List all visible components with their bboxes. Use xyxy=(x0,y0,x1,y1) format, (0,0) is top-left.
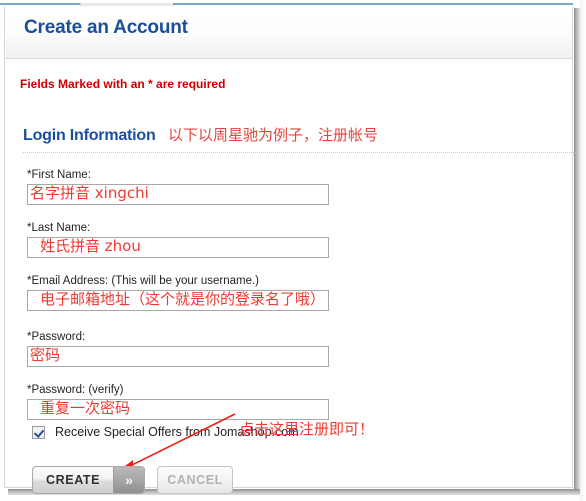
label-password-verify: *Password: (verify) xyxy=(27,384,124,396)
page-frame: Create an Account Fields Marked with an … xyxy=(0,0,586,501)
create-button-label: CREATE xyxy=(46,473,101,487)
login-information-section-heading: Login Information 以下以周星驰为例子，注册帐号 xyxy=(23,124,573,148)
card-outer-shadow xyxy=(580,0,586,501)
input-last-name[interactable]: 姓氏拼音 zhou xyxy=(27,237,329,258)
top-rule-left-segment xyxy=(0,3,80,5)
top-rule-right-segment xyxy=(173,3,573,5)
field-password: *Password: 密码 xyxy=(27,331,329,367)
field-email-address: *Email Address: (This will be your usern… xyxy=(27,275,329,311)
label-first-name: *First Name: xyxy=(27,169,91,181)
label-email-address: *Email Address: (This will be your usern… xyxy=(27,275,259,287)
label-last-name: *Last Name: xyxy=(27,222,91,234)
annotation-password: 密码 xyxy=(30,346,61,364)
field-last-name: *Last Name: 姓氏拼音 zhou xyxy=(27,222,329,258)
create-button[interactable]: CREATE » xyxy=(32,466,146,494)
annotation-last-name: 姓氏拼音 zhou xyxy=(40,237,141,255)
top-rule xyxy=(0,3,586,7)
section-title: Login Information xyxy=(23,127,156,144)
input-password[interactable]: 密码 xyxy=(27,346,329,367)
input-first-name[interactable]: 名字拼音 xingchi xyxy=(27,184,329,205)
callout-annotation-text: 点击这里注册即可！ xyxy=(239,420,375,438)
input-password-verify[interactable]: 重复一次密码 xyxy=(27,399,329,420)
label-password: *Password: xyxy=(27,331,86,343)
annotation-password-verify: 重复一次密码 xyxy=(40,399,131,417)
field-first-name: *First Name: 名字拼音 xingchi xyxy=(27,169,329,205)
account-form-card: Create an Account Fields Marked with an … xyxy=(4,6,578,494)
double-chevron-right-icon: » xyxy=(113,467,145,493)
page-title: Create an Account xyxy=(24,17,188,38)
section-divider xyxy=(23,152,578,153)
annotation-email-address: 电子邮箱地址（这个就是你的登录名了哦） xyxy=(40,290,326,308)
cancel-button[interactable]: CANCEL xyxy=(157,466,234,494)
field-password-verify: *Password: (verify) 重复一次密码 xyxy=(27,384,329,420)
input-email-address[interactable]: 电子邮箱地址（这个就是你的登录名了哦） xyxy=(27,290,329,311)
required-fields-note: Fields Marked with an * are required xyxy=(20,77,226,91)
checkbox-special-offers[interactable] xyxy=(32,425,45,439)
section-annotation: 以下以周星驰为例子，注册帐号 xyxy=(168,126,379,144)
form-button-row: CREATE » CANCEL xyxy=(32,466,234,494)
annotation-first-name: 名字拼音 xingchi xyxy=(30,184,149,202)
